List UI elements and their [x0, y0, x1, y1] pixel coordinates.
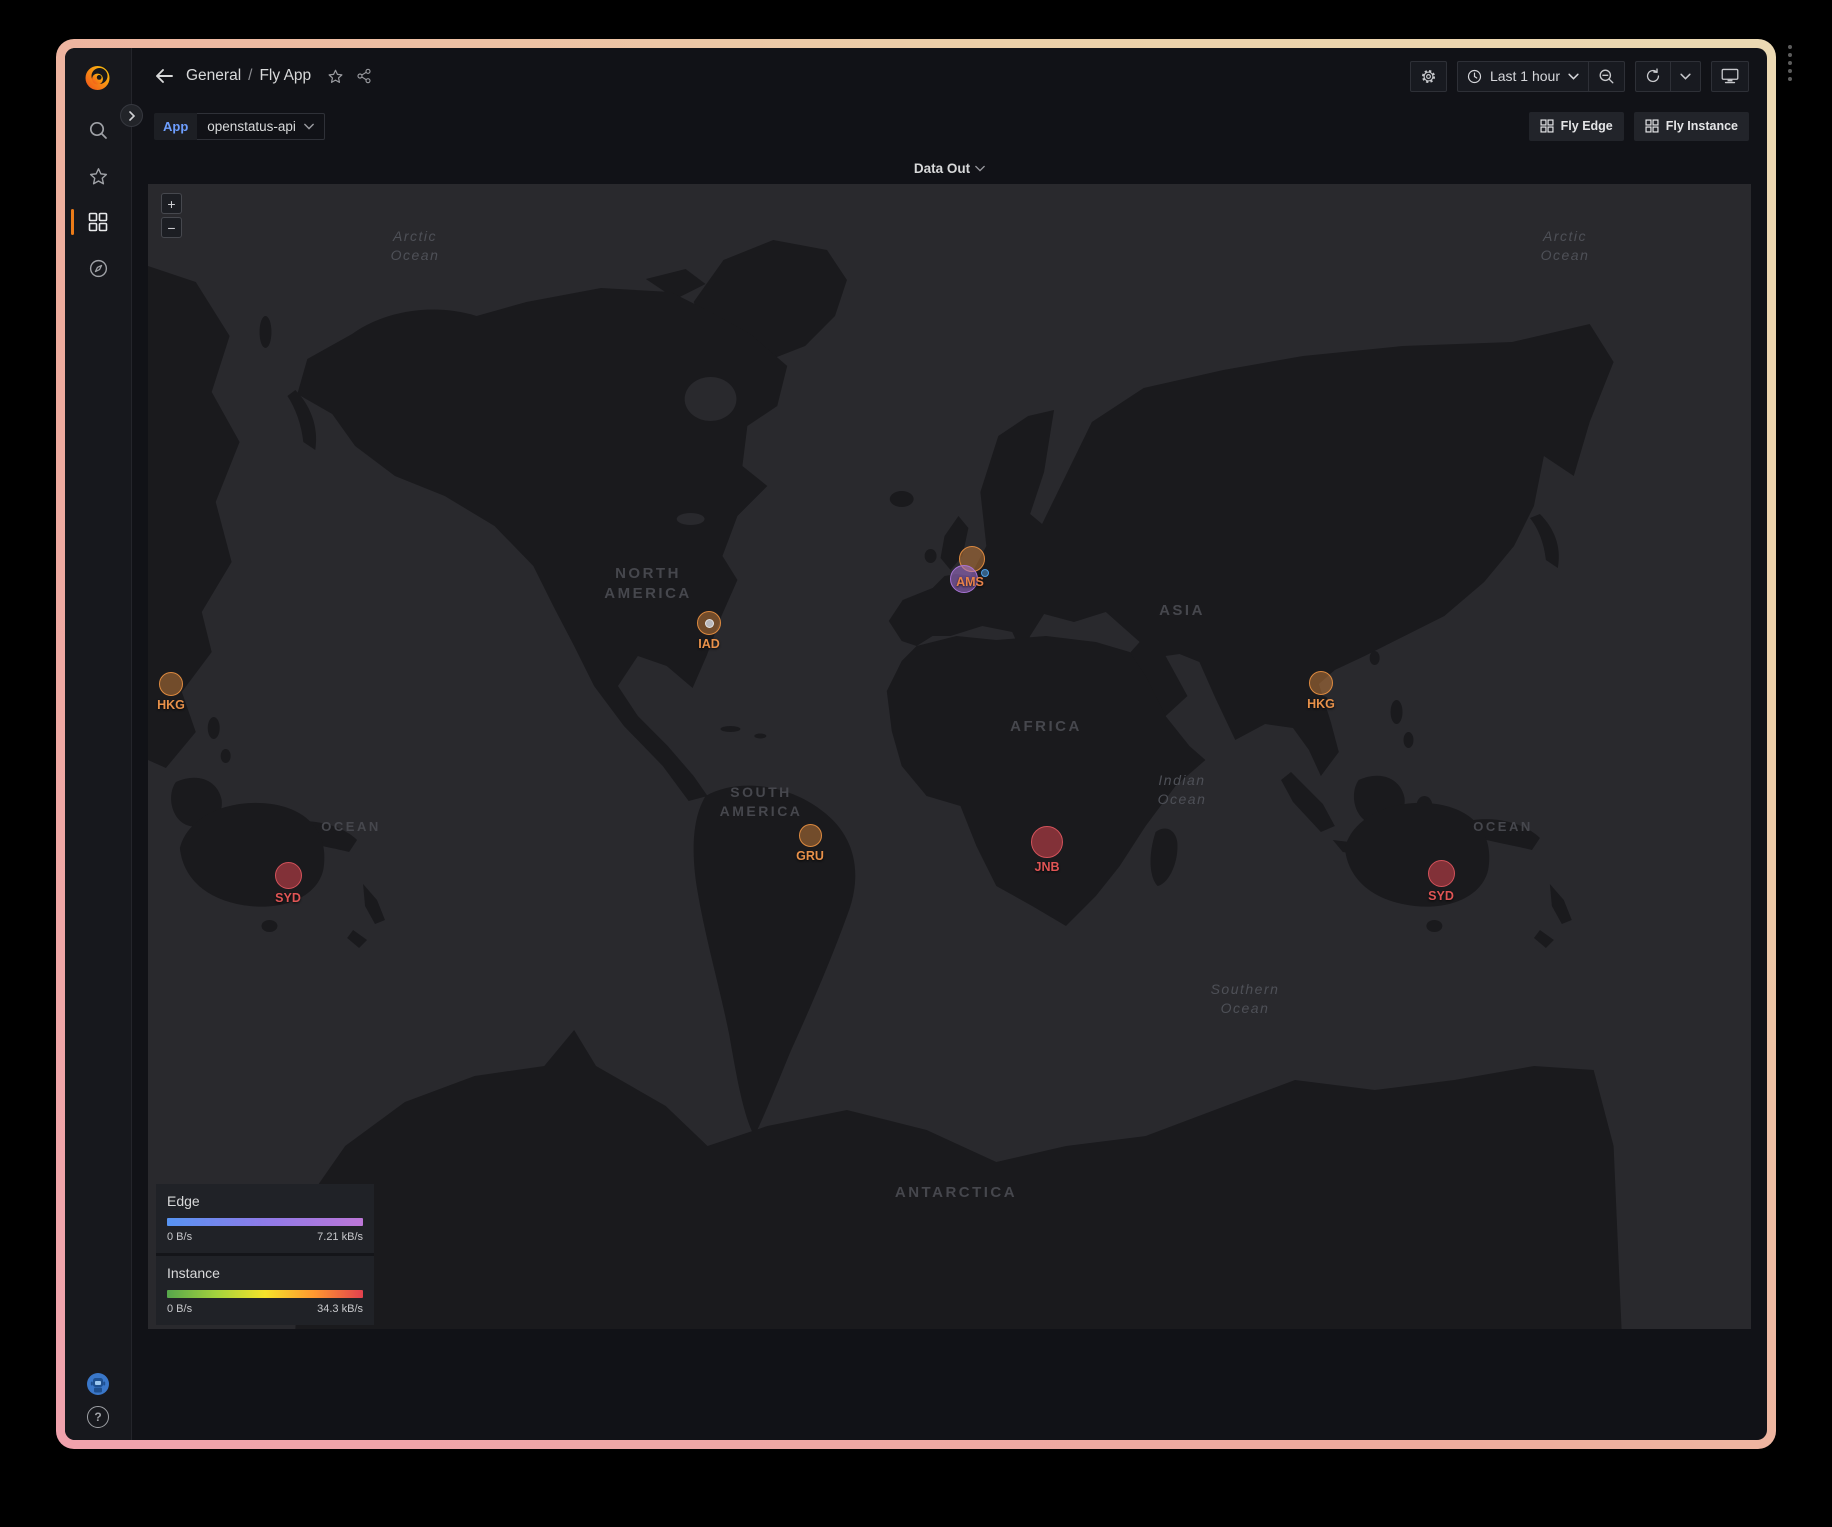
dashboard-link-label: Fly Edge [1561, 119, 1613, 133]
map-legend: Edge 0 B/s 7.21 kB/s Instance 0 B/s 34.3 kB/s [156, 1184, 374, 1325]
dashboard-link-fly-instance[interactable]: Fly Instance [1634, 112, 1749, 141]
star-icon [327, 68, 344, 85]
top-navbar: General / Fly App [132, 48, 1767, 104]
monitor-icon [1721, 68, 1739, 84]
map-zoom-in-button[interactable]: + [161, 193, 182, 214]
breadcrumb-folder[interactable]: General [186, 67, 241, 85]
map-marker-instance-dot[interactable] [705, 619, 714, 628]
dashboard-settings-button[interactable] [1410, 61, 1447, 92]
legend-gradient-bar [167, 1218, 363, 1226]
geomap-panel: Data Out [148, 152, 1751, 1329]
map-marker-label: SYD [275, 891, 301, 905]
refresh-button[interactable] [1635, 61, 1670, 92]
variable-label: App [154, 113, 197, 140]
refresh-interval-dropdown[interactable] [1670, 61, 1701, 92]
map-marker-label: SYD [1428, 889, 1454, 903]
window-edge-dots [1788, 45, 1792, 81]
favorite-star-button[interactable] [327, 68, 344, 85]
legend-max-value: 34.3 kB/s [317, 1303, 363, 1315]
breadcrumb-separator: / [248, 67, 252, 85]
breadcrumb-page-title: Fly App [259, 67, 311, 85]
app-variable-dropdown[interactable]: openstatus-api [197, 113, 325, 140]
map-zoom-controls: + − [161, 193, 182, 238]
legend-max-value: 7.21 kB/s [317, 1231, 363, 1243]
dashboard-subbar: App openstatus-api [132, 104, 1767, 148]
legend-section-edge: Edge 0 B/s 7.21 kB/s [156, 1184, 374, 1253]
map-marker-hkg[interactable] [1309, 671, 1333, 695]
refresh-icon [1645, 68, 1661, 84]
sidebar-item-explore[interactable] [65, 245, 132, 291]
magnifier-minus-icon [1598, 68, 1615, 85]
map-marker-jnb[interactable] [1031, 826, 1063, 858]
map-marker-label: IAD [698, 637, 720, 651]
clock-icon [1467, 69, 1482, 84]
star-icon [88, 166, 109, 187]
help-button[interactable]: ? [87, 1406, 109, 1428]
map-marker-label: HKG [157, 698, 185, 712]
chevron-down-icon [1680, 73, 1691, 80]
map-marker-syd[interactable] [275, 862, 302, 889]
bot-avatar[interactable] [86, 1372, 110, 1396]
dashboard-link-label: Fly Instance [1666, 119, 1738, 133]
apps-grid-icon [1645, 119, 1659, 133]
legend-gradient-bar [167, 1290, 363, 1298]
map-marker-label: HKG [1307, 697, 1335, 711]
dashboards-grid-icon [88, 212, 108, 232]
time-range-picker[interactable]: Last 1 hour [1457, 61, 1588, 92]
chevron-down-icon [304, 123, 314, 130]
search-icon [88, 120, 109, 141]
map-marker-syd[interactable] [1428, 860, 1455, 887]
map-marker-hkg[interactable] [159, 672, 183, 696]
compass-icon [88, 258, 109, 279]
help-icon: ? [94, 1410, 101, 1424]
app-window: ? General / Fly App [56, 39, 1776, 1449]
sidebar: ? [65, 48, 132, 1440]
sidebar-item-dashboards[interactable] [65, 199, 132, 245]
world-map[interactable]: + − Arctic OceanArctic OceanNORTH AMERIC… [148, 184, 1751, 1329]
map-marker-label: JNB [1034, 860, 1059, 874]
back-button[interactable] [154, 67, 174, 85]
legend-title: Edge [167, 1193, 363, 1209]
dashboard-link-fly-edge[interactable]: Fly Edge [1529, 112, 1624, 141]
zoom-out-time-button[interactable] [1588, 61, 1625, 92]
sidebar-item-starred[interactable] [65, 153, 132, 199]
map-marker[interactable] [981, 569, 989, 577]
legend-min-value: 0 B/s [167, 1231, 192, 1243]
legend-min-value: 0 B/s [167, 1303, 192, 1315]
legend-title: Instance [167, 1265, 363, 1281]
time-range-label: Last 1 hour [1490, 68, 1560, 84]
map-marker-label: GRU [796, 849, 824, 863]
panel-title: Data Out [914, 161, 970, 176]
share-icon [356, 68, 372, 84]
map-zoom-out-button[interactable]: − [161, 217, 182, 238]
chevron-down-icon [1568, 73, 1579, 80]
grafana-logo-icon[interactable] [81, 61, 115, 95]
panel-header[interactable]: Data Out [148, 152, 1751, 184]
app-variable-value: openstatus-api [207, 119, 296, 134]
world-map-basemap [148, 184, 1751, 1329]
share-button[interactable] [356, 68, 372, 84]
gear-icon [1420, 68, 1437, 85]
breadcrumb: General / Fly App [186, 67, 311, 85]
map-marker-gru[interactable] [799, 824, 822, 847]
legend-section-instance: Instance 0 B/s 34.3 kB/s [156, 1256, 374, 1325]
kiosk-mode-button[interactable] [1711, 61, 1749, 92]
robot-icon [86, 1372, 110, 1396]
chevron-down-icon [975, 165, 985, 172]
arrow-left-icon [154, 67, 174, 85]
apps-grid-icon [1540, 119, 1554, 133]
map-marker-label: AMS [956, 575, 984, 589]
sidebar-expand-button[interactable] [120, 104, 143, 127]
